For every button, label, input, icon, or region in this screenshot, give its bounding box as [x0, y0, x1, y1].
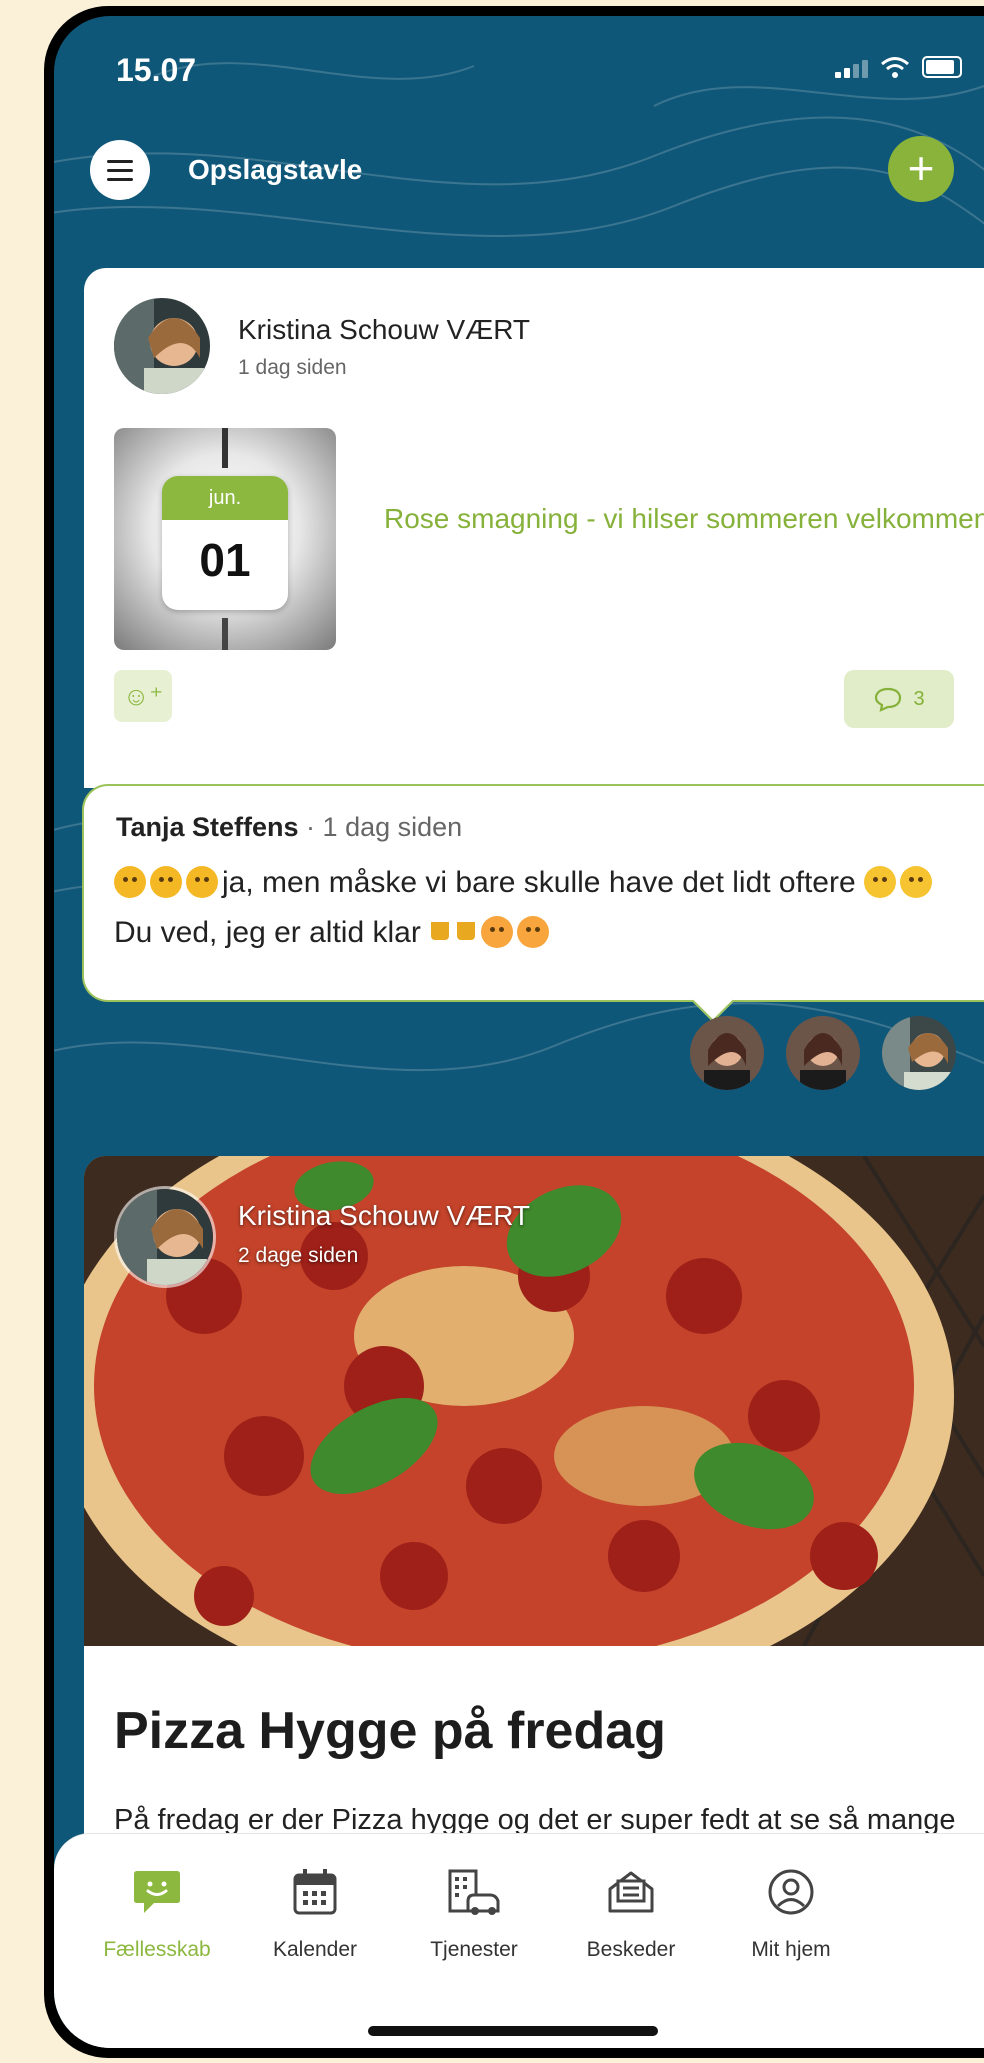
app-screen: 15.07 Opslagstavle + Kristina Schouw VÆR… [54, 16, 984, 2048]
community-chat-icon [127, 1862, 187, 1922]
tab-label: Fællesskab [103, 1938, 211, 1961]
event-thumbnail[interactable]: jun. 01 [114, 428, 336, 650]
status-icons [835, 56, 962, 78]
participant-avatar[interactable] [690, 1016, 764, 1090]
pizza-image [84, 1156, 984, 1646]
comment-text-part1: ja, men måske vi bare skulle have det li… [222, 866, 864, 899]
add-post-button[interactable]: + [888, 136, 954, 202]
comment-participants[interactable] [690, 1016, 956, 1090]
tab-label: Mit hjem [751, 1938, 831, 1961]
smiley-plus-icon: ☺⁺ [122, 681, 164, 711]
participant-avatar[interactable] [882, 1016, 956, 1090]
post-timestamp: 2 dage siden [238, 1244, 359, 1267]
author-avatar[interactable] [114, 1186, 216, 1288]
calendar-badge: jun. 01 [162, 476, 288, 610]
pizza-photo[interactable] [84, 1156, 984, 1646]
speech-bubble-icon [875, 687, 902, 712]
kiss-emoji-icon [481, 916, 514, 948]
home-indicator[interactable] [368, 2026, 658, 2036]
laughing-emoji-icon [114, 866, 146, 898]
drink-emoji-icon [429, 916, 451, 948]
kiss-emoji-icon [517, 916, 550, 948]
comment-time: 1 dag siden [322, 812, 463, 842]
tab-mit-hjem[interactable]: Mit hjem [726, 1862, 856, 1962]
comment-author[interactable]: Tanja Steffens [116, 812, 299, 842]
profile-icon [761, 1862, 821, 1922]
app-header: Opslagstavle + [54, 136, 984, 216]
author-name[interactable]: Kristina Schouw VÆRT [238, 1200, 530, 1232]
comment-text-part2: Du ved, jeg er altid klar [114, 916, 430, 949]
tab-label: Kalender [272, 1938, 358, 1961]
clock: 15.07 [116, 52, 197, 88]
status-bar: 15.07 [54, 16, 984, 106]
author-avatar[interactable] [114, 298, 210, 394]
post-timestamp: 1 dag siden [238, 356, 347, 379]
post-title[interactable]: Pizza Hygge på fredag [114, 1701, 666, 1761]
comment-count: 3 [913, 687, 925, 710]
laughing-emoji-icon [150, 866, 182, 898]
calendar-icon [285, 1862, 345, 1922]
winking-emoji-icon [899, 866, 932, 898]
tab-faellesskab[interactable]: Fællesskab [92, 1862, 222, 1962]
phone-frame: 15.07 Opslagstavle + Kristina Schouw VÆR… [44, 6, 984, 2058]
tab-label: Tjenester [430, 1938, 518, 1961]
event-title-link[interactable]: Rose smagning - vi hilser sommeren velko… [384, 498, 984, 540]
tab-beskeder[interactable]: Beskeder [566, 1862, 696, 1962]
tab-label: Beskeder [586, 1938, 676, 1961]
battery-icon [922, 56, 962, 78]
post-card[interactable]: Kristina Schouw VÆRT 1 dag siden jun. 01… [84, 268, 984, 788]
signal-icon [835, 60, 868, 78]
page-title: Opslagstavle [188, 154, 363, 185]
tab-tjenester[interactable]: Tjenester [409, 1862, 539, 1962]
author-name[interactable]: Kristina Schouw VÆRT [238, 314, 530, 346]
comment-header: Tanja Steffens · 1 dag siden [116, 812, 462, 843]
drink-emoji-icon [455, 916, 477, 948]
calendar-month: jun. [162, 476, 288, 520]
wifi-icon [881, 57, 909, 78]
tab-kalender[interactable]: Kalender [250, 1862, 380, 1962]
latest-comment[interactable]: Tanja Steffens · 1 dag siden ja, men mås… [82, 784, 984, 1023]
winking-emoji-icon [863, 866, 896, 898]
participant-avatar[interactable] [786, 1016, 860, 1090]
building-car-icon [444, 1862, 504, 1922]
menu-button[interactable] [90, 140, 150, 200]
add-reaction-button[interactable]: ☺⁺ [114, 670, 172, 722]
comment-separator: · [298, 812, 323, 842]
laughing-emoji-icon [186, 866, 218, 898]
bottom-tab-bar: Fællesskab Kalender Tjenester Beskeder M… [54, 1833, 984, 2048]
calendar-day: 01 [199, 534, 251, 586]
comments-button[interactable]: 3 [844, 670, 954, 728]
comment-text: ja, men måske vi bare skulle have det li… [114, 858, 974, 958]
messages-icon [601, 1862, 661, 1922]
